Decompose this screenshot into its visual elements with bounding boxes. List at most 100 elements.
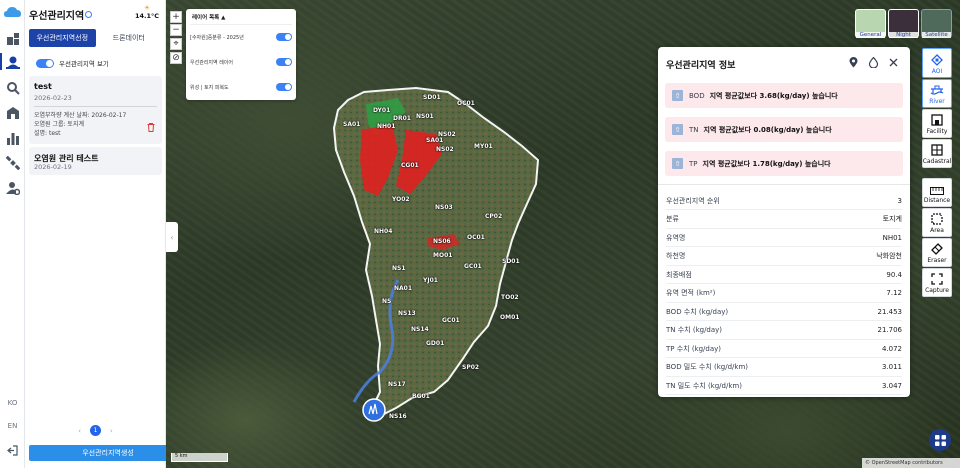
panel-title: 우선관리지역 — [29, 7, 93, 22]
grid-icon — [934, 434, 946, 446]
layer-toggle[interactable] — [276, 58, 292, 66]
info-row-value: 21.706 — [877, 326, 903, 334]
info-row-value: 3.047 — [881, 381, 902, 390]
layer-toggle[interactable] — [276, 83, 292, 91]
info-row-value: 낙화암천 — [876, 252, 902, 260]
user-settings-icon[interactable] — [4, 179, 21, 196]
info-row-label: 하천명 — [666, 252, 686, 260]
pagination: ‹ 1 › — [25, 425, 166, 436]
alert-bod: ⇧ BOD 지역 평균값보다 3.68(kg/day) 높습니다 — [665, 83, 903, 108]
basemap-night[interactable]: Night — [888, 9, 919, 38]
collapse-panel-button[interactable]: ‹ — [166, 222, 178, 252]
layer-list-header[interactable]: 레이어 목록 ▲ — [192, 13, 225, 21]
watershed-label: NH04 — [374, 228, 393, 235]
watershed-label: NS02 — [436, 146, 454, 153]
user-location-icon[interactable] — [0, 53, 21, 70]
info-row: 우선관리지역 순위 3 — [666, 192, 902, 210]
tab-drone-data[interactable]: 드론데이터 — [96, 29, 163, 47]
info-row: 유역명 NH01 — [666, 229, 902, 247]
watershed-label: NS1 — [392, 265, 406, 272]
item-group: 오염원 그룹: 토지계 — [34, 121, 84, 128]
river-icon — [930, 85, 944, 95]
priority-info-panel: 우선관리지역 정보 ⇧ BOD 지역 평균값보다 3.68(kg/day) 높습… — [658, 47, 910, 397]
river-button[interactable]: River — [922, 79, 952, 108]
watershed-label: NS16 — [389, 413, 407, 420]
create-priority-button[interactable]: 우선관리지역생성 — [29, 445, 187, 461]
info-row: TN 밀도 수치 (kg/d/km) 3.047 — [666, 377, 902, 395]
building-icon[interactable] — [4, 104, 21, 121]
zoom-out-button[interactable]: − — [170, 24, 182, 36]
item-date: 2026-02-19 — [34, 163, 72, 171]
alert-tp: ⇧ TP 지역 평균값보다 1.78(kg/day) 높습니다 — [665, 151, 903, 176]
next-page-icon[interactable]: › — [110, 427, 113, 435]
watershed-label: SA01 — [343, 121, 361, 128]
map-layers-icon[interactable] — [4, 30, 21, 47]
basemap-general[interactable]: General — [855, 9, 886, 38]
info-row-label: BOD 수치 (kg/day) — [666, 307, 729, 316]
item-calc-date: 오염부하량 계산 날짜: 2026-02-17 — [34, 112, 127, 119]
eraser-button[interactable]: Eraser — [922, 238, 952, 267]
info-row-label: TN 수치 (kg/day) — [666, 326, 723, 334]
close-icon[interactable] — [887, 56, 899, 68]
info-row-value: 7.12 — [886, 289, 902, 297]
weather-temp: 14.1°C — [134, 12, 159, 20]
prev-page-icon[interactable]: ‹ — [78, 427, 81, 435]
weather-icon: ☀ — [143, 4, 151, 12]
area-button[interactable]: Area — [922, 208, 952, 237]
layers-off-icon[interactable]: ⊘ — [170, 52, 182, 64]
show-priority-toggle[interactable] — [36, 58, 54, 68]
watershed-label: NA01 — [394, 285, 413, 292]
item-desc: 설명: test — [34, 130, 61, 137]
info-row-label: BOD 밀도 수치 (kg/d/km) — [666, 363, 749, 371]
tab-priority-selection[interactable]: 우선관리지역선정 — [29, 29, 96, 47]
info-row: BOD 수치 (kg/day) 21.453 — [666, 303, 902, 321]
info-row: TP 수치 (kg/day) 4.072 — [666, 340, 902, 358]
layer-row: [수자원]중분류 - 2025년 — [190, 33, 292, 41]
lang-ko[interactable]: KO — [0, 399, 25, 407]
map-attribution: © OpenStreetMap contributors — [862, 458, 960, 468]
info-row: 하천명 낙화암천 — [666, 248, 902, 266]
info-row: 유역 면적 (km²) 7.12 — [666, 285, 902, 303]
info-icon[interactable] — [85, 11, 93, 18]
trash-icon[interactable] — [147, 123, 155, 132]
info-row-value: 토지계 — [882, 215, 902, 223]
watershed-label: GC01 — [464, 263, 482, 270]
info-title: 우선관리지역 정보 — [666, 61, 736, 71]
cadastral-button[interactable]: Cadastral — [922, 139, 952, 168]
pin-icon[interactable] — [847, 56, 859, 68]
watershed-label: CG01 — [401, 162, 419, 169]
list-item[interactable]: test 2026-02-23 오염부하량 계산 날짜: 2026-02-17 … — [29, 76, 162, 144]
logout-icon[interactable] — [4, 442, 21, 459]
cadastral-icon — [931, 144, 943, 156]
basemap-satellite[interactable]: Satellite — [921, 9, 952, 38]
lang-en[interactable]: EN — [0, 422, 25, 430]
drop-icon[interactable] — [867, 56, 879, 68]
facility-button[interactable]: Facility — [922, 109, 952, 138]
page-number[interactable]: 1 — [90, 425, 101, 436]
info-row-value: 3 — [897, 196, 902, 205]
layer-toggle[interactable] — [276, 33, 292, 41]
watershed-label: NS03 — [435, 204, 453, 211]
info-row: 최종배점 90.4 — [666, 266, 902, 284]
item-title: test — [34, 82, 52, 91]
analysis-icon[interactable] — [4, 79, 21, 96]
watershed-label: NS06 — [433, 238, 451, 245]
satellite-icon[interactable] — [4, 154, 21, 171]
show-priority-toggle-row: 우선관리지역 보기 — [36, 58, 109, 68]
watershed-label: GC01 — [442, 317, 460, 324]
distance-button[interactable]: Distance — [922, 178, 952, 207]
info-row-label: TP 수치 (kg/day) — [666, 344, 722, 353]
bar-chart-icon[interactable] — [4, 129, 21, 146]
watershed-label: YO02 — [392, 196, 410, 203]
aoi-button[interactable]: AOI — [922, 48, 952, 78]
watershed-label: YJ01 — [423, 277, 438, 284]
divider — [34, 106, 157, 107]
icon-rail: KO EN — [0, 0, 25, 468]
capture-button[interactable]: Capture — [922, 268, 952, 297]
watershed-label: SP02 — [462, 364, 480, 371]
apps-grid-button[interactable] — [929, 429, 951, 451]
zoom-in-button[interactable]: + — [170, 11, 182, 23]
list-item[interactable]: 오염원 관리 테스트 2026-02-19 — [29, 147, 162, 175]
location-icon[interactable]: ⌖ — [170, 38, 182, 50]
show-priority-label: 우선관리지역 보기 — [59, 60, 109, 68]
